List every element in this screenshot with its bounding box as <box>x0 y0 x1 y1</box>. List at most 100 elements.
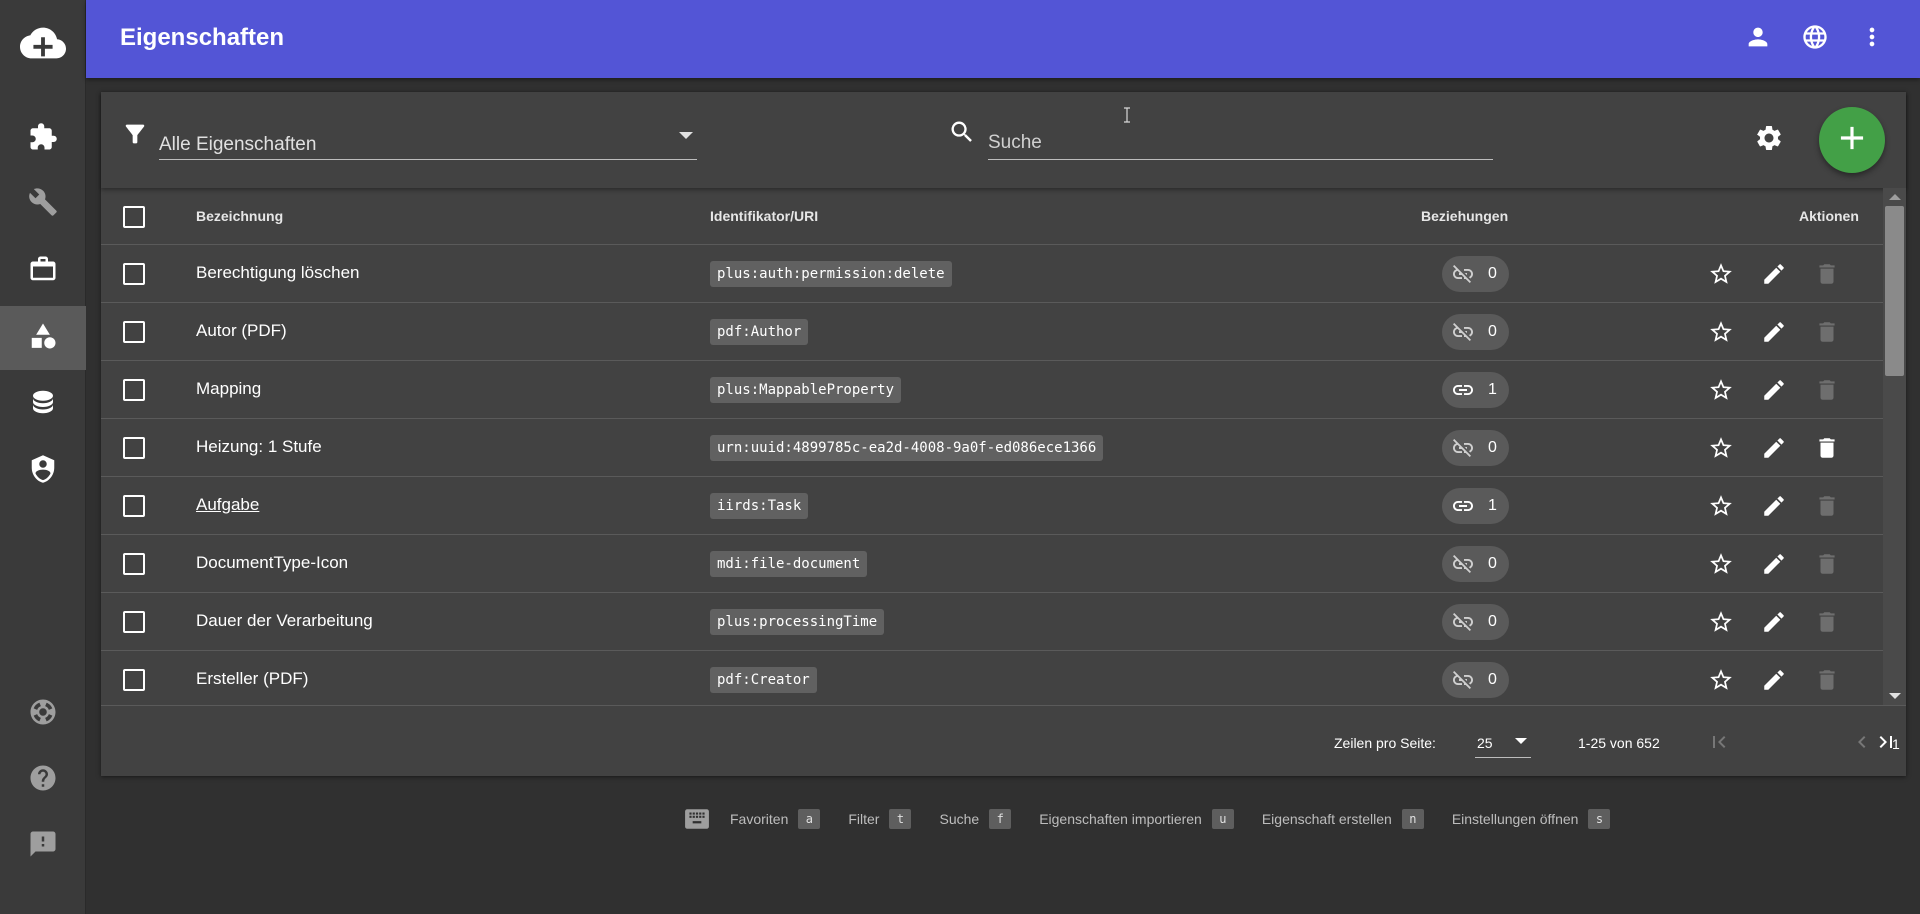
shortcut-favorites[interactable]: Favoriten a <box>730 809 821 829</box>
edit-button[interactable] <box>1759 317 1789 347</box>
shortcut-create[interactable]: Eigenschaft erstellen n <box>1262 809 1424 829</box>
property-name[interactable]: Heizung: 1 Stufe <box>196 437 322 457</box>
favorite-button[interactable] <box>1706 259 1736 289</box>
shortcut-label: Einstellungen öffnen <box>1451 811 1579 827</box>
cloud-plus-logo-icon[interactable] <box>0 0 86 86</box>
last-page-button[interactable] <box>1872 728 1900 756</box>
favorite-button[interactable] <box>1706 549 1736 579</box>
property-name[interactable]: Dauer der Verarbeitung <box>196 611 373 631</box>
sidebar-item-help[interactable] <box>0 748 86 812</box>
property-uri: mdi:file-document <box>710 551 868 577</box>
sidebar-item-database[interactable] <box>0 372 86 436</box>
relations-chip[interactable]: 0 <box>1442 314 1509 350</box>
table-row[interactable]: Heizung: 1 Stufe urn:uuid:4899785c-ea2d-… <box>101 419 1883 477</box>
settings-button[interactable] <box>1751 122 1787 158</box>
delete-button[interactable] <box>1812 665 1842 695</box>
edit-button[interactable] <box>1759 549 1789 579</box>
delete-button[interactable] <box>1812 259 1842 289</box>
delete-button[interactable] <box>1812 317 1842 347</box>
table-row[interactable]: Berechtigung löschen plus:auth:permissio… <box>101 245 1883 303</box>
edit-button[interactable] <box>1759 433 1789 463</box>
scroll-down-arrow-icon[interactable] <box>1889 693 1901 699</box>
more-menu-button[interactable] <box>1855 22 1889 56</box>
relations-chip[interactable]: 0 <box>1442 662 1509 698</box>
shortcut-settings[interactable]: Einstellungen öffnen s <box>1452 809 1611 829</box>
row-checkbox[interactable] <box>123 437 145 459</box>
sidebar-item-properties[interactable] <box>0 306 86 370</box>
relations-chip[interactable]: 0 <box>1442 546 1509 582</box>
select-all-checkbox[interactable] <box>123 206 145 228</box>
row-checkbox[interactable] <box>123 321 145 343</box>
row-checkbox[interactable] <box>123 379 145 401</box>
create-property-button[interactable] <box>1819 107 1885 173</box>
property-name[interactable]: DocumentType-Icon <box>196 553 348 573</box>
row-checkbox[interactable] <box>123 553 145 575</box>
property-name[interactable]: Berechtigung löschen <box>196 263 360 283</box>
relations-chip[interactable]: 1 <box>1442 488 1509 524</box>
table-row[interactable]: Dauer der Verarbeitung plus:processingTi… <box>101 593 1883 651</box>
edit-button[interactable] <box>1759 491 1789 521</box>
rows-per-page-select[interactable]: 25 <box>1475 724 1531 758</box>
edit-button[interactable] <box>1759 665 1789 695</box>
row-checkbox[interactable] <box>123 611 145 633</box>
delete-button[interactable] <box>1812 549 1842 579</box>
delete-button[interactable] <box>1812 433 1842 463</box>
account-button[interactable] <box>1741 22 1775 56</box>
sidebar-item-support[interactable] <box>0 682 86 746</box>
pencil-icon <box>1764 264 1784 284</box>
table-toolbar: Alle Eigenschaften <box>101 92 1906 188</box>
property-name[interactable]: Autor (PDF) <box>196 321 287 341</box>
table-row[interactable]: Aufgabe iirds:Task 1 <box>101 477 1883 535</box>
scroll-up-arrow-icon[interactable] <box>1889 194 1901 200</box>
delete-button[interactable] <box>1812 607 1842 637</box>
relations-chip[interactable]: 0 <box>1442 430 1509 466</box>
property-name[interactable]: Mapping <box>196 379 261 399</box>
relations-chip[interactable]: 0 <box>1442 604 1509 640</box>
edit-button[interactable] <box>1759 375 1789 405</box>
row-checkbox[interactable] <box>123 669 145 691</box>
relations-chip[interactable]: 1 <box>1442 372 1509 408</box>
table-row[interactable]: Ersteller (PDF) pdf:Creator 0 <box>101 651 1883 705</box>
shortcut-search[interactable]: Suche f <box>939 809 1012 829</box>
relations-chip[interactable]: 0 <box>1442 256 1509 292</box>
table-row[interactable]: Mapping plus:MappableProperty 1 <box>101 361 1883 419</box>
sidebar-item-security[interactable] <box>0 439 86 503</box>
lifebuoy-icon <box>28 697 58 732</box>
favorite-button[interactable] <box>1706 375 1736 405</box>
column-header-uri[interactable]: Identifikator/URI <box>710 208 818 224</box>
first-page-button[interactable] <box>1705 728 1733 756</box>
sidebar-item-tools[interactable] <box>0 172 86 236</box>
star-outline-icon <box>1710 379 1732 400</box>
edit-button[interactable] <box>1759 259 1789 289</box>
property-name[interactable]: Ersteller (PDF) <box>196 669 308 689</box>
trash-icon <box>1819 438 1835 458</box>
relations-count: 0 <box>1488 555 1497 572</box>
favorite-button[interactable] <box>1706 433 1736 463</box>
text-cursor-icon <box>1123 107 1131 123</box>
favorite-button[interactable] <box>1706 491 1736 521</box>
favorite-button[interactable] <box>1706 317 1736 347</box>
row-checkbox[interactable] <box>123 263 145 285</box>
star-outline-icon <box>1710 263 1732 284</box>
sidebar-item-workspace[interactable] <box>0 239 86 303</box>
column-header-name[interactable]: Bezeichnung <box>196 208 283 224</box>
search-input[interactable] <box>988 128 1493 158</box>
table-row[interactable]: DocumentType-Icon mdi:file-document 0 <box>101 535 1883 593</box>
sidebar-item-extensions[interactable] <box>0 107 86 171</box>
delete-button[interactable] <box>1812 491 1842 521</box>
shortcut-import[interactable]: Eigenschaften importieren u <box>1039 809 1234 829</box>
delete-button[interactable] <box>1812 375 1842 405</box>
row-checkbox[interactable] <box>123 495 145 517</box>
language-button[interactable] <box>1798 22 1832 56</box>
table-scrollbar[interactable] <box>1883 188 1906 705</box>
filter-select[interactable]: Alle Eigenschaften <box>159 114 697 160</box>
edit-button[interactable] <box>1759 607 1789 637</box>
shortcut-filter[interactable]: Filter t <box>848 809 912 829</box>
table-row[interactable]: Autor (PDF) pdf:Author 0 <box>101 303 1883 361</box>
favorite-button[interactable] <box>1706 607 1736 637</box>
sidebar-item-feedback[interactable] <box>0 814 86 878</box>
property-name[interactable]: Aufgabe <box>196 495 259 515</box>
favorite-button[interactable] <box>1706 665 1736 695</box>
keyboard-shortcuts-bar: Favoriten a Filter t Suche f Eigenschaft… <box>684 807 1638 831</box>
scrollbar-thumb[interactable] <box>1885 206 1904 376</box>
